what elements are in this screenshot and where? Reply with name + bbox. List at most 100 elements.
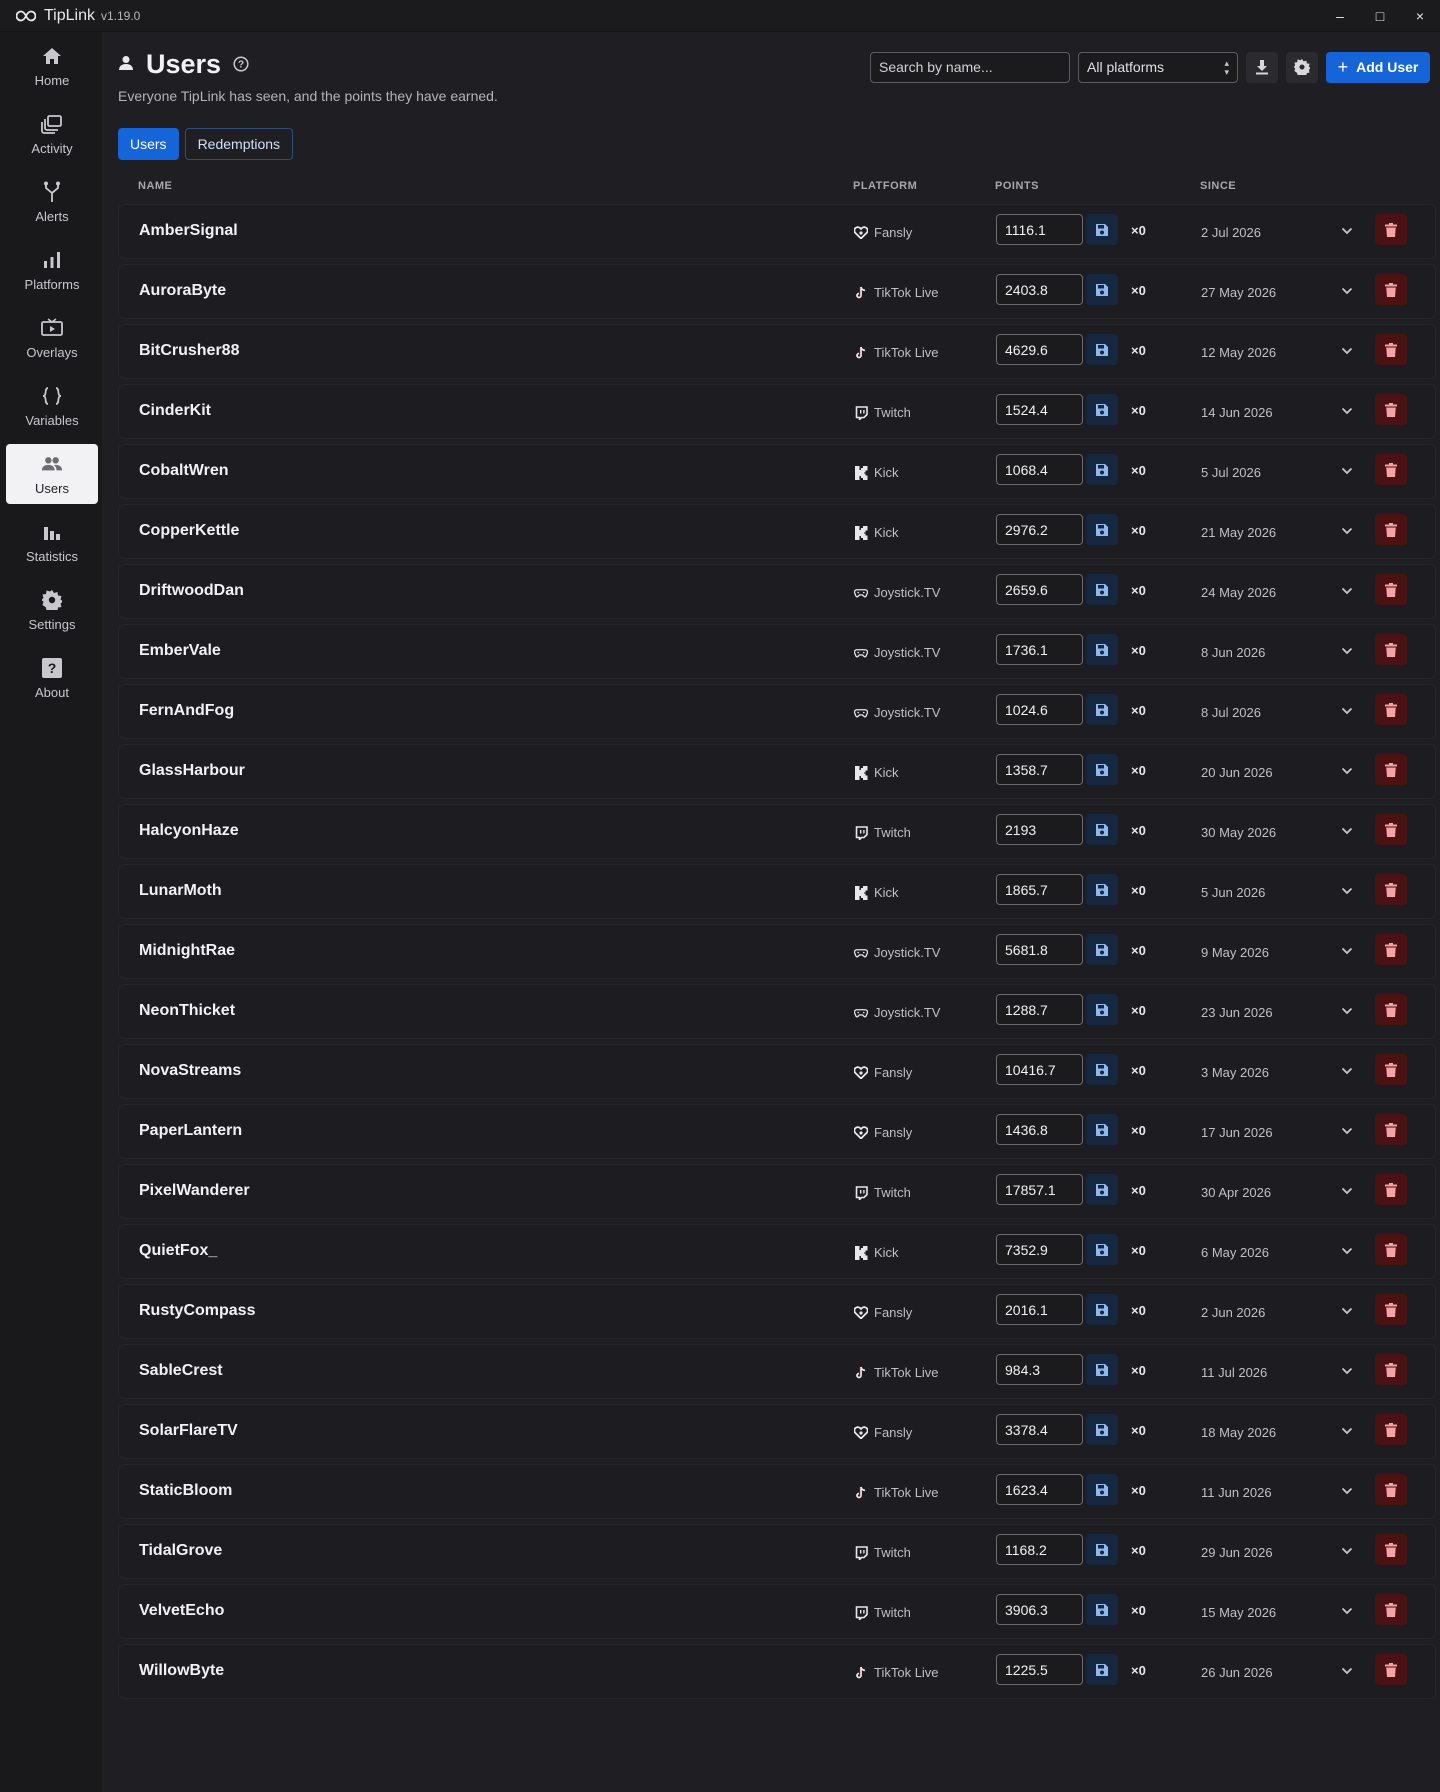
settings-button[interactable] [1286, 51, 1318, 83]
tab-users[interactable]: Users [118, 128, 179, 160]
expand-row-button[interactable] [1337, 581, 1357, 601]
expand-row-button[interactable] [1337, 461, 1357, 481]
delete-user-button[interactable] [1375, 514, 1407, 545]
expand-row-button[interactable] [1337, 1121, 1357, 1141]
save-points-button[interactable] [1086, 1354, 1118, 1385]
export-button[interactable] [1246, 51, 1278, 83]
points-input[interactable] [996, 454, 1083, 485]
expand-row-button[interactable] [1337, 281, 1357, 301]
delete-user-button[interactable] [1375, 1114, 1407, 1145]
save-points-button[interactable] [1086, 1114, 1118, 1145]
delete-user-button[interactable] [1375, 814, 1407, 845]
tab-redemptions[interactable]: Redemptions [184, 128, 294, 160]
help-icon[interactable]: ? [233, 56, 249, 72]
sidebar-item-settings[interactable]: Settings [6, 580, 98, 640]
points-input[interactable] [996, 1654, 1083, 1685]
expand-row-button[interactable] [1337, 1361, 1357, 1381]
add-user-button[interactable]: + Add User [1326, 51, 1430, 83]
sidebar-item-about[interactable]: ? About [6, 648, 98, 708]
save-points-button[interactable] [1086, 1294, 1118, 1325]
maximize-button[interactable]: □ [1360, 0, 1400, 32]
delete-user-button[interactable] [1375, 1474, 1407, 1505]
save-points-button[interactable] [1086, 514, 1118, 545]
expand-row-button[interactable] [1337, 521, 1357, 541]
save-points-button[interactable] [1086, 1174, 1118, 1205]
points-input[interactable] [996, 1534, 1083, 1565]
expand-row-button[interactable] [1337, 221, 1357, 241]
expand-row-button[interactable] [1337, 761, 1357, 781]
points-input[interactable] [996, 214, 1083, 245]
points-input[interactable] [996, 274, 1083, 305]
save-points-button[interactable] [1086, 1054, 1118, 1085]
expand-row-button[interactable] [1337, 1181, 1357, 1201]
save-points-button[interactable] [1086, 214, 1118, 245]
save-points-button[interactable] [1086, 454, 1118, 485]
points-input[interactable] [996, 394, 1083, 425]
save-points-button[interactable] [1086, 1474, 1118, 1505]
points-input[interactable] [996, 814, 1083, 845]
delete-user-button[interactable] [1375, 214, 1407, 245]
save-points-button[interactable] [1086, 1414, 1118, 1445]
delete-user-button[interactable] [1375, 1594, 1407, 1625]
points-input[interactable] [996, 1474, 1083, 1505]
points-input[interactable] [996, 994, 1083, 1025]
sidebar-item-statistics[interactable]: Statistics [6, 512, 98, 572]
points-input[interactable] [996, 1594, 1083, 1625]
expand-row-button[interactable] [1337, 1001, 1357, 1021]
points-input[interactable] [996, 694, 1083, 725]
sidebar-item-overlays[interactable]: Overlays [6, 308, 98, 368]
delete-user-button[interactable] [1375, 1174, 1407, 1205]
save-points-button[interactable] [1086, 754, 1118, 785]
delete-user-button[interactable] [1375, 874, 1407, 905]
delete-user-button[interactable] [1375, 1234, 1407, 1265]
save-points-button[interactable] [1086, 814, 1118, 845]
delete-user-button[interactable] [1375, 994, 1407, 1025]
delete-user-button[interactable] [1375, 334, 1407, 365]
delete-user-button[interactable] [1375, 394, 1407, 425]
expand-row-button[interactable] [1337, 1481, 1357, 1501]
delete-user-button[interactable] [1375, 1294, 1407, 1325]
save-points-button[interactable] [1086, 1234, 1118, 1265]
delete-user-button[interactable] [1375, 754, 1407, 785]
delete-user-button[interactable] [1375, 1534, 1407, 1565]
delete-user-button[interactable] [1375, 1414, 1407, 1445]
expand-row-button[interactable] [1337, 401, 1357, 421]
save-points-button[interactable] [1086, 694, 1118, 725]
save-points-button[interactable] [1086, 574, 1118, 605]
points-input[interactable] [996, 334, 1083, 365]
save-points-button[interactable] [1086, 1594, 1118, 1625]
expand-row-button[interactable] [1337, 1601, 1357, 1621]
save-points-button[interactable] [1086, 1654, 1118, 1685]
delete-user-button[interactable] [1375, 1354, 1407, 1385]
expand-row-button[interactable] [1337, 1661, 1357, 1681]
points-input[interactable] [996, 514, 1083, 545]
delete-user-button[interactable] [1375, 634, 1407, 665]
sidebar-item-variables[interactable]: Variables [6, 376, 98, 436]
expand-row-button[interactable] [1337, 641, 1357, 661]
points-input[interactable] [996, 574, 1083, 605]
delete-user-button[interactable] [1375, 934, 1407, 965]
points-input[interactable] [996, 754, 1083, 785]
save-points-button[interactable] [1086, 274, 1118, 305]
delete-user-button[interactable] [1375, 274, 1407, 305]
points-input[interactable] [996, 1054, 1083, 1085]
sidebar-item-home[interactable]: Home [6, 36, 98, 96]
sidebar-item-platforms[interactable]: Platforms [6, 240, 98, 300]
sidebar-item-activity[interactable]: Activity [6, 104, 98, 164]
points-input[interactable] [996, 934, 1083, 965]
delete-user-button[interactable] [1375, 574, 1407, 605]
save-points-button[interactable] [1086, 394, 1118, 425]
close-window-button[interactable]: × [1400, 0, 1440, 32]
save-points-button[interactable] [1086, 934, 1118, 965]
save-points-button[interactable] [1086, 1534, 1118, 1565]
expand-row-button[interactable] [1337, 1421, 1357, 1441]
expand-row-button[interactable] [1337, 701, 1357, 721]
platform-filter-select[interactable]: All platforms ▴ ▾ [1078, 51, 1238, 83]
expand-row-button[interactable] [1337, 881, 1357, 901]
expand-row-button[interactable] [1337, 341, 1357, 361]
points-input[interactable] [996, 1354, 1083, 1385]
sidebar-item-users[interactable]: Users [6, 444, 98, 504]
delete-user-button[interactable] [1375, 694, 1407, 725]
expand-row-button[interactable] [1337, 1061, 1357, 1081]
delete-user-button[interactable] [1375, 1054, 1407, 1085]
